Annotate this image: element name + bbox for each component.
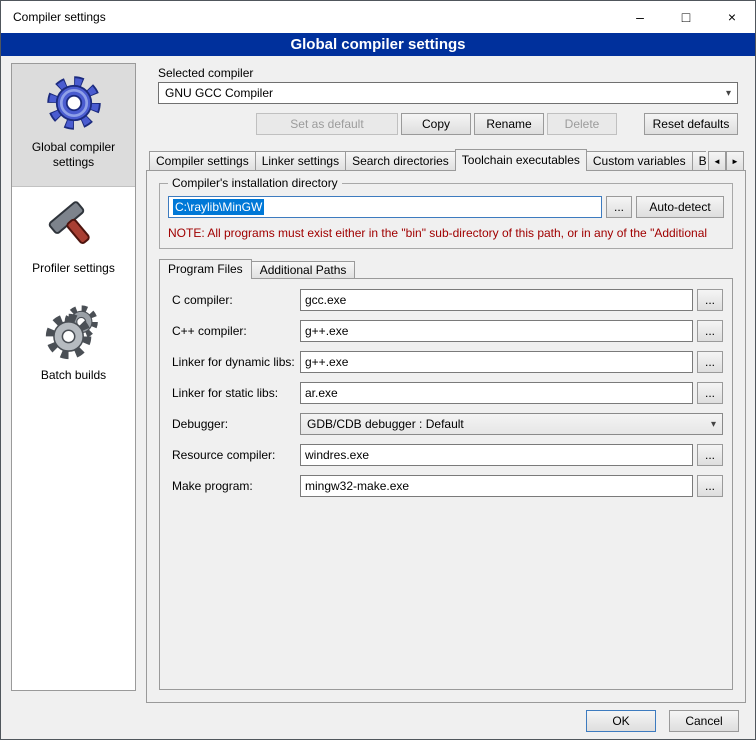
tab-compiler-settings[interactable]: Compiler settings	[149, 151, 256, 170]
compiler-settings-window: Compiler settings – □ × Global compiler …	[0, 0, 756, 740]
auto-detect-button[interactable]: Auto-detect	[636, 196, 724, 218]
field-row-dynamic-linker: Linker for dynamic libs: g++.exe ...	[172, 351, 723, 373]
window-title: Compiler settings	[1, 10, 106, 24]
copy-button[interactable]: Copy	[401, 113, 471, 135]
program-files-panel: C compiler: gcc.exe ... C++ compiler: g+…	[159, 278, 733, 690]
resource-compiler-browse-button[interactable]: ...	[697, 444, 723, 466]
field-row-static-linker: Linker for static libs: ar.exe ...	[172, 382, 723, 404]
batch-gears-icon	[45, 302, 103, 360]
debugger-value: GDB/CDB debugger : Default	[307, 417, 464, 431]
delete-button[interactable]: Delete	[547, 113, 617, 135]
static-linker-browse-button[interactable]: ...	[697, 382, 723, 404]
maximize-icon: □	[682, 9, 690, 25]
sidebar-item-batch-builds[interactable]: Batch builds	[12, 292, 135, 399]
dynamic-linker-label: Linker for dynamic libs:	[172, 355, 300, 369]
installation-directory-title: Compiler's installation directory	[168, 176, 342, 190]
static-linker-value: ar.exe	[305, 386, 338, 400]
page-title: Global compiler settings	[1, 33, 755, 56]
c-compiler-label: C compiler:	[172, 293, 300, 307]
settings-tabbar: Compiler settings Linker settings Search…	[149, 149, 706, 171]
tab-build-options[interactable]: Build	[692, 151, 706, 170]
tab-scroll-controls: ◄ ►	[708, 151, 744, 171]
minimize-button[interactable]: –	[617, 1, 663, 33]
toolchain-executables-panel: Compiler's installation directory C:\ray…	[146, 170, 746, 703]
rename-button[interactable]: Rename	[474, 113, 544, 135]
minimize-icon: –	[636, 9, 644, 25]
resource-compiler-value: windres.exe	[305, 448, 369, 462]
tab-program-files[interactable]: Program Files	[159, 259, 252, 279]
chevron-down-icon: ▾	[726, 88, 731, 99]
compiler-select-value: GNU GCC Compiler	[165, 86, 273, 100]
tab-scroll-right-button[interactable]: ►	[726, 151, 744, 171]
installation-directory-group: Compiler's installation directory C:\ray…	[159, 183, 733, 249]
resource-compiler-input[interactable]: windres.exe	[300, 444, 693, 466]
make-program-browse-button[interactable]: ...	[697, 475, 723, 497]
selected-compiler-label: Selected compiler	[158, 66, 253, 80]
cancel-button[interactable]: Cancel	[669, 710, 739, 732]
cpp-compiler-value: g++.exe	[305, 324, 348, 338]
titlebar: Compiler settings – □ ×	[1, 1, 755, 33]
tab-linker-settings[interactable]: Linker settings	[255, 151, 346, 170]
sidebar-item-label: Batch builds	[15, 368, 132, 383]
gear-icon	[45, 74, 103, 132]
tab-additional-paths[interactable]: Additional Paths	[251, 261, 356, 278]
profiler-tool-icon	[46, 197, 102, 253]
sidebar-item-label: Global compiler settings	[15, 140, 132, 170]
main-panel: Selected compiler GNU GCC Compiler ▾ Set…	[146, 63, 746, 703]
cpp-compiler-label: C++ compiler:	[172, 324, 300, 338]
field-row-debugger: Debugger: GDB/CDB debugger : Default ▾	[172, 413, 723, 435]
ok-button[interactable]: OK	[586, 710, 656, 732]
sidebar-item-label: Profiler settings	[15, 261, 132, 276]
cpp-compiler-browse-button[interactable]: ...	[697, 320, 723, 342]
cpp-compiler-input[interactable]: g++.exe	[300, 320, 693, 342]
close-button[interactable]: ×	[709, 1, 755, 33]
tab-search-directories[interactable]: Search directories	[345, 151, 456, 170]
scroll-left-icon: ◄	[713, 157, 721, 166]
make-program-value: mingw32-make.exe	[305, 479, 409, 493]
tab-custom-variables[interactable]: Custom variables	[586, 151, 693, 170]
sidebar-item-profiler-settings[interactable]: Profiler settings	[12, 187, 135, 292]
debugger-label: Debugger:	[172, 417, 300, 431]
field-row-cpp-compiler: C++ compiler: g++.exe ...	[172, 320, 723, 342]
bin-subdirectory-note: NOTE: All programs must exist either in …	[168, 226, 728, 240]
make-program-input[interactable]: mingw32-make.exe	[300, 475, 693, 497]
c-compiler-input[interactable]: gcc.exe	[300, 289, 693, 311]
close-icon: ×	[728, 9, 736, 25]
dynamic-linker-value: g++.exe	[305, 355, 348, 369]
field-row-resource-compiler: Resource compiler: windres.exe ...	[172, 444, 723, 466]
sidebar: Global compiler settings Profiler settin…	[11, 63, 136, 691]
reset-defaults-button[interactable]: Reset defaults	[644, 113, 738, 135]
install-dir-input[interactable]: C:\raylib\MinGW	[168, 196, 602, 218]
tab-toolchain-executables[interactable]: Toolchain executables	[455, 149, 587, 171]
debugger-select[interactable]: GDB/CDB debugger : Default ▾	[300, 413, 723, 435]
sidebar-item-global-compiler-settings[interactable]: Global compiler settings	[12, 64, 135, 187]
tab-scroll-left-button[interactable]: ◄	[708, 151, 726, 171]
make-program-label: Make program:	[172, 479, 300, 493]
c-compiler-browse-button[interactable]: ...	[697, 289, 723, 311]
set-as-default-button[interactable]: Set as default	[256, 113, 398, 135]
dynamic-linker-input[interactable]: g++.exe	[300, 351, 693, 373]
install-dir-browse-button[interactable]: ...	[606, 196, 632, 218]
compiler-select[interactable]: GNU GCC Compiler ▾	[158, 82, 738, 104]
maximize-button[interactable]: □	[663, 1, 709, 33]
resource-compiler-label: Resource compiler:	[172, 448, 300, 462]
dynamic-linker-browse-button[interactable]: ...	[697, 351, 723, 373]
c-compiler-value: gcc.exe	[305, 293, 346, 307]
field-row-c-compiler: C compiler: gcc.exe ...	[172, 289, 723, 311]
static-linker-label: Linker for static libs:	[172, 386, 300, 400]
program-files-tabbar: Program Files Additional Paths	[159, 259, 354, 279]
static-linker-input[interactable]: ar.exe	[300, 382, 693, 404]
scroll-right-icon: ►	[731, 157, 739, 166]
install-dir-value: C:\raylib\MinGW	[173, 199, 264, 215]
window-controls: – □ ×	[617, 1, 755, 33]
chevron-down-icon: ▾	[711, 419, 716, 430]
installation-directory-row: C:\raylib\MinGW ... Auto-detect	[168, 196, 724, 218]
field-row-make-program: Make program: mingw32-make.exe ...	[172, 475, 723, 497]
